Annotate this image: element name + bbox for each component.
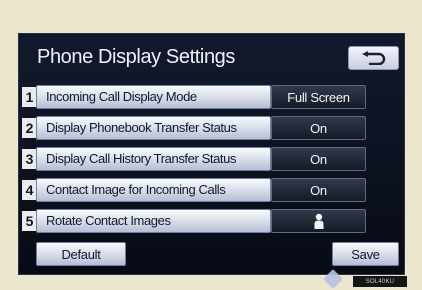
row-number: 5	[22, 211, 37, 231]
save-button[interactable]: Save	[332, 242, 399, 266]
rotate-contact-images-button[interactable]: Rotate Contact Images	[36, 209, 271, 233]
phonebook-transfer-status-button[interactable]: Display Phonebook Transfer Status	[36, 116, 271, 140]
row-number: 1	[22, 87, 37, 107]
person-icon	[314, 213, 323, 229]
row-number: 2	[22, 118, 37, 138]
setting-row-incoming-call-display-mode: 1 Incoming Call Display Mode Full Screen	[19, 85, 406, 109]
setting-row-rotate-contact-images: 5 Rotate Contact Images	[19, 209, 406, 233]
phone-display-settings-screen: Phone Display Settings 1 Incoming Call D…	[18, 33, 405, 275]
rotate-contact-images-value	[271, 209, 366, 233]
return-arrow-icon	[361, 51, 385, 65]
page-title: Phone Display Settings	[37, 46, 235, 68]
row-number: 3	[22, 149, 37, 169]
setting-row-contact-image-incoming-calls: 4 Contact Image for Incoming Calls On	[19, 178, 406, 202]
call-history-transfer-status-button[interactable]: Display Call History Transfer Status	[36, 147, 271, 171]
contact-image-incoming-calls-button[interactable]: Contact Image for Incoming Calls	[36, 178, 271, 202]
incoming-call-display-mode-button[interactable]: Incoming Call Display Mode	[36, 85, 271, 109]
contact-image-incoming-calls-value: On	[271, 178, 366, 202]
setting-row-call-history-transfer-status: 3 Display Call History Transfer Status O…	[19, 147, 406, 171]
phonebook-transfer-status-value: On	[271, 116, 366, 140]
default-button[interactable]: Default	[36, 242, 126, 266]
call-history-transfer-status-value: On	[271, 147, 366, 171]
image-code-label: SOL40KU	[353, 276, 407, 287]
back-button[interactable]	[348, 46, 399, 70]
setting-row-phonebook-transfer-status: 2 Display Phonebook Transfer Status On	[19, 116, 406, 140]
incoming-call-display-mode-value: Full Screen	[271, 85, 366, 109]
row-number: 4	[22, 180, 37, 200]
